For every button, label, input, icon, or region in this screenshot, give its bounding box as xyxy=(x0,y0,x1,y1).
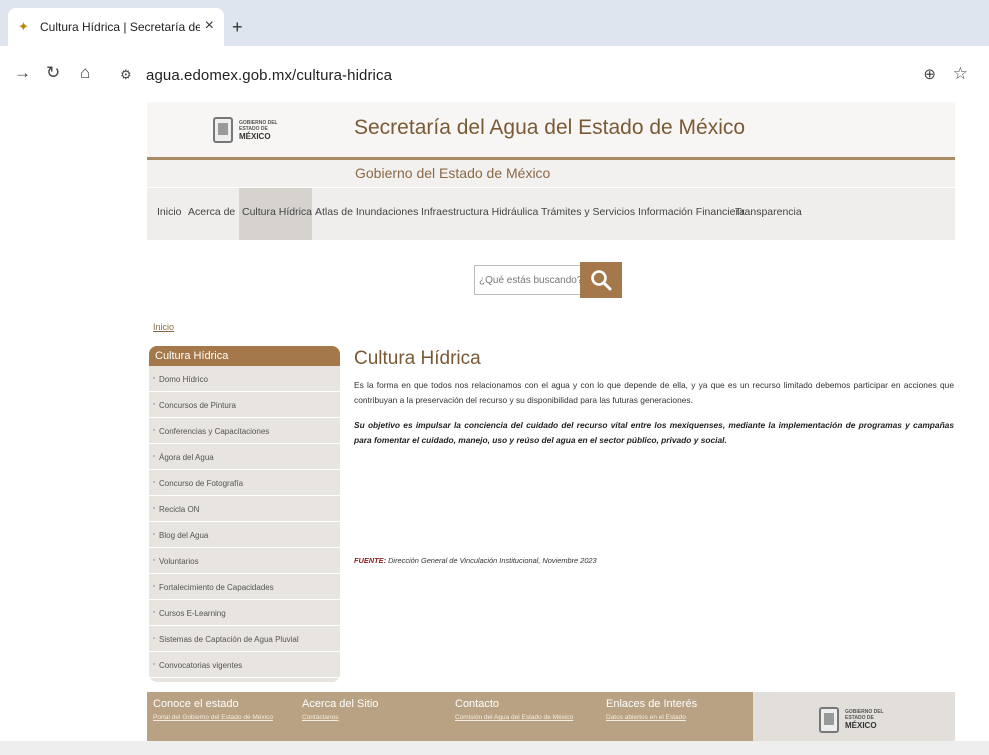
source-note: FUENTE: Dirección General de Vinculación… xyxy=(354,556,597,565)
browser-toolbar: → ↻ ⌂ ⚙ agua.edomex.gob.mx/cultura-hidri… xyxy=(0,46,989,102)
browser-tab-strip: ✦ Cultura Hídrica | Secretaría del A × + xyxy=(0,0,989,46)
source-text: Dirección General de Vinculación Institu… xyxy=(388,556,597,565)
nav-item-infraestructura-hidraulica[interactable]: Infraestructura Hidráulica xyxy=(421,206,538,218)
subtitle-bar: Gobierno del Estado de México xyxy=(147,160,955,187)
objective-paragraph: Su objetivo es impulsar la conciencia de… xyxy=(354,420,954,445)
tab-title: Cultura Hídrica | Secretaría del A xyxy=(40,20,200,34)
sidebar-item-concurso-de-fotografia[interactable]: Concurso de Fotografía xyxy=(149,470,340,496)
logo-text-line: GOBIERNO DEL xyxy=(239,119,278,126)
sidebar-item-fortalecimiento[interactable]: Fortalecimiento de Capacidades xyxy=(149,574,340,600)
footer-link[interactable]: Contáctanos xyxy=(302,714,378,721)
sidebar-item-conferencias[interactable]: Conferencias y Capacitaciones xyxy=(149,418,340,444)
close-tab-icon[interactable]: × xyxy=(205,18,214,34)
sidebar-item-concursos-de-pintura[interactable]: Concursos de Pintura xyxy=(149,392,340,418)
address-bar[interactable]: ⚙ agua.edomex.gob.mx/cultura-hidrica ⊕ ☆ xyxy=(112,60,976,90)
footer-logo[interactable]: GOBIERNO DEL ESTADO DE MÉXICO xyxy=(753,692,955,747)
horizontal-scrollbar[interactable] xyxy=(0,741,989,755)
search-icon xyxy=(591,270,612,291)
sidebar-item-voluntarios[interactable]: Voluntarios xyxy=(149,548,340,574)
footer-link[interactable]: Portal del Gobierno del Estado de México xyxy=(153,714,273,721)
new-tab-button[interactable]: + xyxy=(232,18,243,36)
nav-item-acerca-de[interactable]: Acerca de xyxy=(188,206,235,218)
footer-link[interactable]: Comisión del Agua del Estado de México xyxy=(455,714,573,721)
footer-heading: Conoce el estado xyxy=(153,698,239,710)
breadcrumb[interactable]: Inicio xyxy=(153,322,174,332)
main-article: Cultura Hídrica Es la forma en que todos… xyxy=(354,346,954,565)
nav-item-tramites-y-servicios[interactable]: Trámites y Servicios xyxy=(541,206,635,218)
site-title: Secretaría del Agua del Estado de México xyxy=(354,116,746,139)
site-subtitle: Gobierno del Estado de México xyxy=(355,165,551,181)
footer-column: Contacto Comisión del Agua del Estado de… xyxy=(455,698,573,721)
page-title: Cultura Hídrica xyxy=(354,348,481,369)
sidebar-item-convocatorias[interactable]: Convocatorias vigentes xyxy=(149,652,340,678)
site-favicon-icon: ✦ xyxy=(18,19,29,34)
bookmark-star-icon[interactable]: ☆ xyxy=(953,64,968,84)
footer-heading: Acerca del Sitio xyxy=(302,698,379,710)
sidebar-item-blog-del-agua[interactable]: Blog del Agua xyxy=(149,522,340,548)
nav-item-atlas-de-inundaciones[interactable]: Atlas de Inundaciones xyxy=(315,206,418,218)
sidebar-item-recicla-on[interactable]: Recicla ON xyxy=(149,496,340,522)
footer-column: Acerca del Sitio Contáctanos xyxy=(302,698,378,721)
footer-heading: Enlaces de Interés xyxy=(606,698,698,710)
url-text: agua.edomex.gob.mx/cultura-hidrica xyxy=(146,66,393,84)
site-search xyxy=(474,262,622,298)
site-info-icon[interactable]: ⚙ xyxy=(120,67,146,83)
forward-arrow-icon[interactable]: → xyxy=(14,64,31,82)
logo-text-line: MÉXICO xyxy=(845,721,877,730)
sidebar-item-cursos-e-learning[interactable]: Cursos E-Learning xyxy=(149,600,340,626)
coat-of-arms-icon xyxy=(819,706,839,733)
coat-of-arms-icon xyxy=(213,117,233,143)
nav-item-transparencia[interactable]: Transparencia xyxy=(735,206,802,218)
sidebar-item-captacion-pluvial[interactable]: Sistemas de Captación de Agua Pluvial xyxy=(149,626,340,652)
footer-link[interactable]: Datos abiertos en el Estado xyxy=(606,714,697,721)
site-header: GOBIERNO DEL ESTADO DE MÉXICO Secretaría… xyxy=(147,102,955,157)
zoom-icon[interactable]: ⊕ xyxy=(923,65,936,83)
logo-text-line: MÉXICO xyxy=(239,131,271,141)
site-footer: Conoce el estado Portal del Gobierno del… xyxy=(147,692,955,747)
nav-item-informacion-financiera[interactable]: Información Financiera xyxy=(638,206,745,218)
nav-item-inicio[interactable]: Inicio xyxy=(157,206,182,218)
home-icon[interactable]: ⌂ xyxy=(80,64,90,82)
search-input[interactable] xyxy=(474,265,580,295)
edomex-logo[interactable]: GOBIERNO DEL ESTADO DE MÉXICO xyxy=(213,112,283,148)
browser-tab[interactable]: ✦ Cultura Hídrica | Secretaría del A × xyxy=(8,8,224,46)
source-label: FUENTE: xyxy=(354,556,387,565)
sidebar-item-domo-hidrico[interactable]: Domo Hídrico xyxy=(149,366,340,392)
footer-heading: Contacto xyxy=(455,698,500,710)
search-button[interactable] xyxy=(580,262,622,298)
reload-icon[interactable]: ↻ xyxy=(46,64,60,82)
nav-item-cultura-hidrica[interactable]: Cultura Hídrica xyxy=(242,206,312,218)
main-navigation: Inicio Acerca de Cultura Hídrica Atlas d… xyxy=(147,188,955,240)
section-sidebar: Cultura Hídrica Domo Hídrico Concursos d… xyxy=(149,346,340,682)
footer-column: Conoce el estado Portal del Gobierno del… xyxy=(153,698,273,721)
sidebar-header[interactable]: Cultura Hídrica xyxy=(149,346,340,366)
intro-paragraph: Es la forma en que todos nos relacionamo… xyxy=(354,380,954,405)
footer-column: Enlaces de Interés Datos abiertos en el … xyxy=(606,698,697,721)
sidebar-item-agora-del-agua[interactable]: Ágora del Agua xyxy=(149,444,340,470)
